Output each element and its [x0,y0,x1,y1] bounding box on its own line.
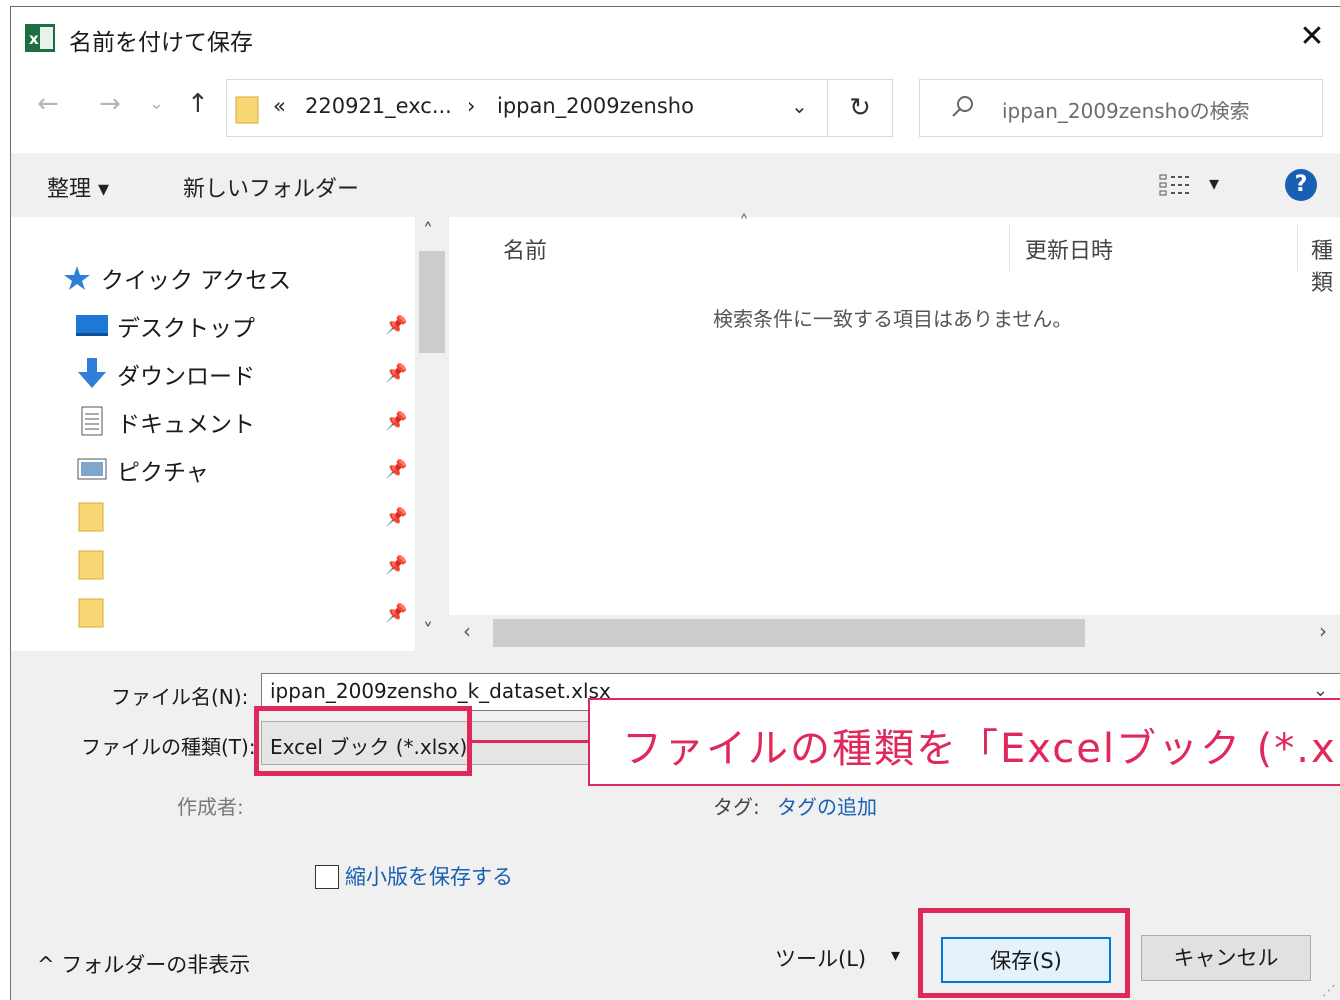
forward-arrow-icon[interactable]: → [99,89,121,119]
view-list-icon [1159,174,1191,196]
chevron-down-icon[interactable]: ⌄ [791,94,808,118]
add-tag-link[interactable]: タグの追加 [777,791,877,820]
filename-label: ファイル名(N): [111,685,249,709]
save-button-highlight-box [918,908,1130,998]
navigation-pane: クイック アクセス デスクトップ 📌 ダウンロード 📌 ドキュメント 📌 ピクチ… [11,217,449,651]
folder-icon [78,502,104,532]
empty-list-message: 検索条件に一致する項目はありません。 [713,307,1073,331]
pin-icon[interactable]: 📌 [385,603,407,624]
close-icon[interactable]: ✕ [1292,17,1332,57]
window-title: 名前を付けて保存 [69,30,253,56]
tag-label: タグ: [713,795,760,819]
nav-item-downloads[interactable]: ダウンロード 📌 [11,349,411,397]
save-thumbnail-label[interactable]: 縮小版を保存する [345,861,513,891]
pin-icon[interactable]: 📌 [385,459,407,480]
cancel-button[interactable]: キャンセル [1141,935,1311,981]
address-bar[interactable]: « 220921_exc... › ippan_2009zensho ⌄ [226,79,828,137]
breadcrumb-item-current[interactable]: ippan_2009zensho [497,94,694,118]
breadcrumb-item[interactable]: 220921_exc... [305,94,452,118]
callout-text: ファイルの種類を「Excelブック (*.xlsx)」 [622,726,1340,772]
nav-item-folder[interactable]: 📌 [11,589,411,637]
search-input[interactable]: ippan_2009zenshoの検索 [919,79,1323,137]
svg-text:x: x [29,30,39,48]
scroll-left-icon[interactable]: ‹ [463,619,471,643]
folder-icon [235,96,259,124]
filetype-highlight-box [254,706,472,776]
breadcrumb-overflow[interactable]: « [273,94,286,118]
folder-icon [78,598,104,628]
search-placeholder: ippan_2009zenshoの検索 [1002,99,1250,123]
nav-item-folder[interactable]: 📌 [11,541,411,589]
instruction-callout: ファイルの種類を「Excelブック (*.xlsx)」 [588,698,1340,786]
nav-item-label: デスクトップ [117,316,255,342]
column-divider[interactable] [1009,225,1010,271]
recent-locations-chevron-icon[interactable]: ⌄ [149,93,164,114]
nav-item-pictures[interactable]: ピクチャ 📌 [11,445,411,493]
nav-item-label: クイック アクセス [101,268,292,294]
chevron-down-icon: ▾ [1209,171,1220,195]
command-bar: 整理 ▾ 新しいフォルダー ▾ ? [11,153,1340,217]
scroll-up-icon[interactable]: ˄ [423,219,433,243]
pin-icon[interactable]: 📌 [385,507,407,528]
pin-icon[interactable]: 📌 [385,555,407,576]
folder-icon [78,550,104,580]
resize-grip-icon[interactable]: ⋰ [1322,983,1336,999]
column-header-name[interactable]: 名前 [503,233,547,265]
nav-item-label: ドキュメント [117,412,255,438]
nav-item-folder[interactable]: 📌 [11,493,411,541]
file-list: ˄ 名前 更新日時 種類 検索条件に一致する項目はありません。 ‹ › [449,211,1340,651]
filename-value: ippan_2009zensho_k_dataset.xlsx [270,679,611,703]
download-icon [78,358,106,388]
organize-menu[interactable]: 整理 ▾ [47,171,109,203]
document-icon [81,406,103,436]
scroll-right-icon[interactable]: › [1319,619,1327,643]
nav-item-quick-access[interactable]: クイック アクセス [11,253,411,301]
excel-icon: x [25,24,55,52]
save-thumbnail-checkbox[interactable] [315,865,339,889]
column-header-type[interactable]: 種類 [1311,233,1340,297]
nav-item-label: ダウンロード [117,364,255,390]
sort-ascending-icon: ˄ [739,211,749,235]
nav-item-desktop[interactable]: デスクトップ 📌 [11,301,411,349]
scrollbar-thumb[interactable] [419,251,445,353]
column-header-date[interactable]: 更新日時 [1025,233,1113,265]
refresh-button[interactable]: ↻ [827,79,893,137]
back-arrow-icon[interactable]: ← [37,89,59,119]
star-icon [64,266,90,290]
new-folder-button[interactable]: 新しいフォルダー [183,171,359,203]
view-options-button[interactable]: ▾ [1159,167,1233,203]
title-bar: x 名前を付けて保存 ✕ [11,7,1340,67]
pin-icon[interactable]: 📌 [385,363,407,384]
tools-menu[interactable]: ツール(L) [775,943,866,973]
pin-icon[interactable]: 📌 [385,315,407,336]
nav-item-label: ピクチャ [117,460,209,486]
filetype-label: ファイルの種類(T): [81,735,256,759]
author-label: 作成者: [177,795,244,819]
scrollbar-thumb[interactable] [493,619,1085,647]
nav-item-documents[interactable]: ドキュメント 📌 [11,397,411,445]
chevron-down-icon[interactable]: ▾ [891,945,900,966]
save-as-dialog: x 名前を付けて保存 ✕ ← → ⌄ ↑ « 220921_exc... › i… [10,6,1340,1000]
callout-connector [472,740,590,743]
scroll-down-icon[interactable]: ˅ [423,619,433,643]
up-arrow-icon[interactable]: ↑ [187,89,209,119]
pin-icon[interactable]: 📌 [385,411,407,432]
help-icon[interactable]: ? [1285,169,1317,201]
desktop-icon [76,315,108,336]
nav-scrollbar[interactable]: ˄ ˅ [415,217,449,651]
horizontal-scrollbar[interactable]: ‹ › [449,615,1340,651]
hide-folders-toggle[interactable]: ^ フォルダーの非表示 [37,949,250,979]
search-icon [952,96,973,117]
column-divider[interactable] [1297,225,1298,271]
breadcrumb-separator[interactable]: › [467,94,475,118]
pictures-icon [77,458,107,480]
